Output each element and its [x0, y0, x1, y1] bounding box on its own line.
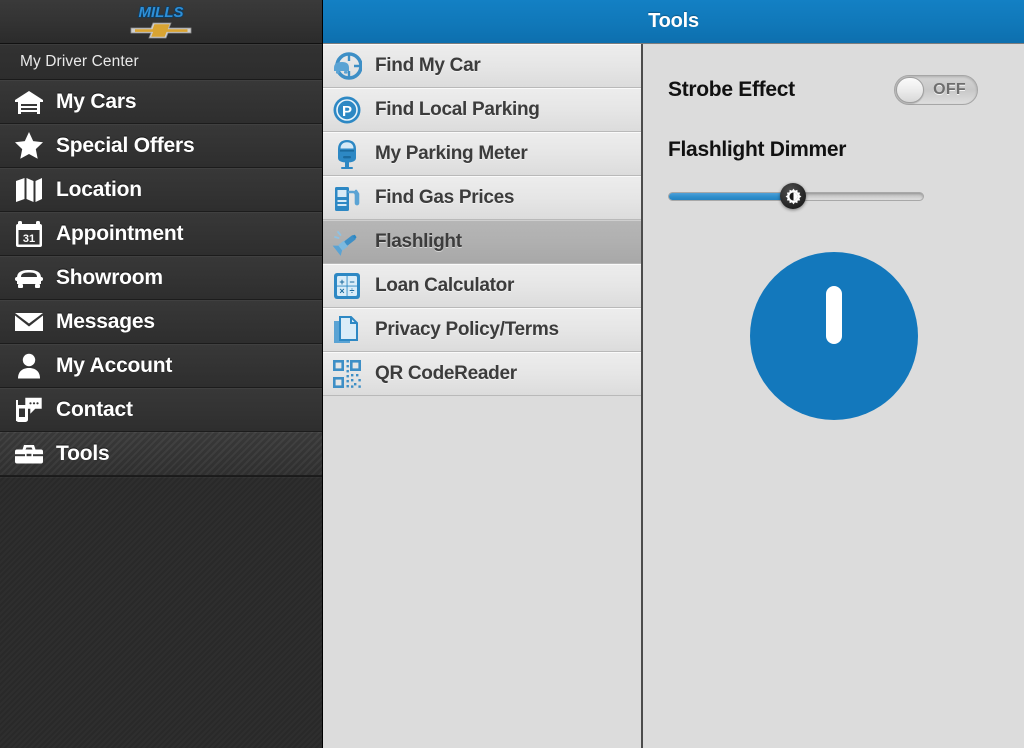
strobe-effect-row: Strobe Effect OFF — [668, 70, 1000, 110]
tools-item-label: Privacy Policy/Terms — [375, 318, 559, 340]
star-icon — [12, 129, 46, 163]
tools-item-find-gas-prices[interactable]: Find Gas Prices — [323, 176, 641, 220]
flashlight-dimmer-label: Flashlight Dimmer — [668, 138, 847, 161]
tools-item-label: My Parking Meter — [375, 142, 528, 164]
toolbox-icon — [12, 437, 46, 471]
tools-item-label: Find Local Parking — [375, 98, 540, 120]
svg-text:×: × — [339, 286, 344, 296]
toggle-state-label: OFF — [933, 81, 966, 98]
strobe-effect-label: Strobe Effect — [668, 78, 795, 101]
tools-item-label: Loan Calculator — [375, 274, 515, 296]
title-bar: Tools — [323, 0, 1024, 44]
strobe-effect-toggle[interactable]: OFF — [894, 75, 978, 105]
fuel-pump-icon — [331, 182, 363, 214]
brand-logo-bar: MILLS — [0, 0, 322, 44]
svg-text:P: P — [342, 103, 352, 120]
sidebar-item-location[interactable]: Location — [0, 168, 322, 212]
tools-list-empty-area — [323, 396, 641, 748]
driver-center-header: My Driver Center — [0, 44, 322, 80]
person-icon — [12, 349, 46, 383]
brightness-gear-icon[interactable] — [780, 183, 807, 209]
page-title: Tools — [648, 10, 699, 32]
power-button-area — [643, 252, 1024, 420]
phone-chat-icon — [12, 393, 46, 427]
tools-list: Find My Car P Find Local Parking My Park… — [323, 44, 643, 748]
tools-item-label: Find My Car — [375, 54, 481, 76]
calendar-icon: 31 — [12, 217, 46, 251]
tools-item-find-local-parking[interactable]: P Find Local Parking — [323, 88, 641, 132]
sidebar-item-label: My Cars — [56, 89, 137, 113]
slider-fill — [669, 193, 794, 200]
envelope-icon — [12, 305, 46, 339]
sidebar-item-messages[interactable]: Messages — [0, 300, 322, 344]
panes: Find My Car P Find Local Parking My Park… — [323, 44, 1024, 748]
flashlight-dimmer-slider[interactable] — [668, 183, 924, 209]
logo-brand-text: MILLS — [139, 4, 184, 21]
car-locate-icon — [331, 50, 363, 82]
sidebar-item-label: Location — [56, 177, 142, 201]
flashlight-dimmer-block: Flashlight Dimmer — [668, 138, 1000, 209]
tools-item-flashlight[interactable]: Flashlight — [323, 220, 641, 264]
calendar-day-number: 31 — [23, 233, 35, 245]
sidebar-item-label: My Account — [56, 353, 173, 377]
mills-chevrolet-logo: MILLS — [130, 3, 192, 38]
content-area: Tools Find My Car P Find Local Parking M… — [323, 0, 1024, 748]
tools-item-loan-calculator[interactable]: + − × ÷ Loan Calculator — [323, 264, 641, 308]
parking-meter-icon — [331, 138, 363, 170]
sidebar-item-label: Tools — [56, 441, 110, 465]
sidebar-empty-area — [0, 476, 322, 748]
tools-item-qr-code-reader[interactable]: QR CodeReader — [323, 352, 641, 396]
flashlight-power-button[interactable] — [749, 252, 918, 420]
documents-icon — [331, 314, 363, 346]
app-root: MILLS My Driver Center My Cars Special O… — [0, 0, 1024, 748]
sidebar-item-showroom[interactable]: Showroom — [0, 256, 322, 300]
gear-glyph — [785, 188, 802, 204]
chevrolet-bowtie-icon — [130, 22, 192, 38]
sidebar-item-appointment[interactable]: 31 Appointment — [0, 212, 322, 256]
tools-item-label: Find Gas Prices — [375, 186, 515, 208]
tools-item-label: QR CodeReader — [375, 362, 517, 384]
driver-center-label: My Driver Center — [20, 52, 139, 70]
garage-icon — [12, 85, 46, 119]
tools-item-label: Flashlight — [375, 230, 462, 252]
sidebar-item-my-account[interactable]: My Account — [0, 344, 322, 388]
sidebar-item-label: Showroom — [56, 265, 163, 289]
car-front-icon — [12, 261, 46, 295]
toggle-knob — [896, 77, 924, 103]
tools-item-privacy-policy-terms[interactable]: Privacy Policy/Terms — [323, 308, 641, 352]
sidebar-item-my-cars[interactable]: My Cars — [0, 80, 322, 124]
sidebar-item-label: Messages — [56, 309, 155, 333]
flashlight-detail-pane: Strobe Effect OFF Flashlight Dimmer — [643, 44, 1024, 748]
tools-item-my-parking-meter[interactable]: My Parking Meter — [323, 132, 641, 176]
qr-code-icon — [331, 358, 363, 390]
sidebar-item-tools[interactable]: Tools — [0, 432, 322, 476]
svg-text:÷: ÷ — [350, 286, 355, 296]
flashlight-icon — [331, 226, 363, 258]
calculator-icon: + − × ÷ — [331, 270, 363, 302]
tools-item-find-my-car[interactable]: Find My Car — [323, 44, 641, 88]
sidebar-item-label: Special Offers — [56, 133, 195, 157]
sidebar: MILLS My Driver Center My Cars Special O… — [0, 0, 323, 748]
parking-p-icon: P — [331, 94, 363, 126]
sidebar-item-special-offers[interactable]: Special Offers — [0, 124, 322, 168]
sidebar-item-contact[interactable]: Contact — [0, 388, 322, 432]
power-icon — [825, 286, 842, 344]
sidebar-item-label: Contact — [56, 397, 133, 421]
sidebar-item-label: Appointment — [56, 221, 184, 245]
map-icon — [12, 173, 46, 207]
